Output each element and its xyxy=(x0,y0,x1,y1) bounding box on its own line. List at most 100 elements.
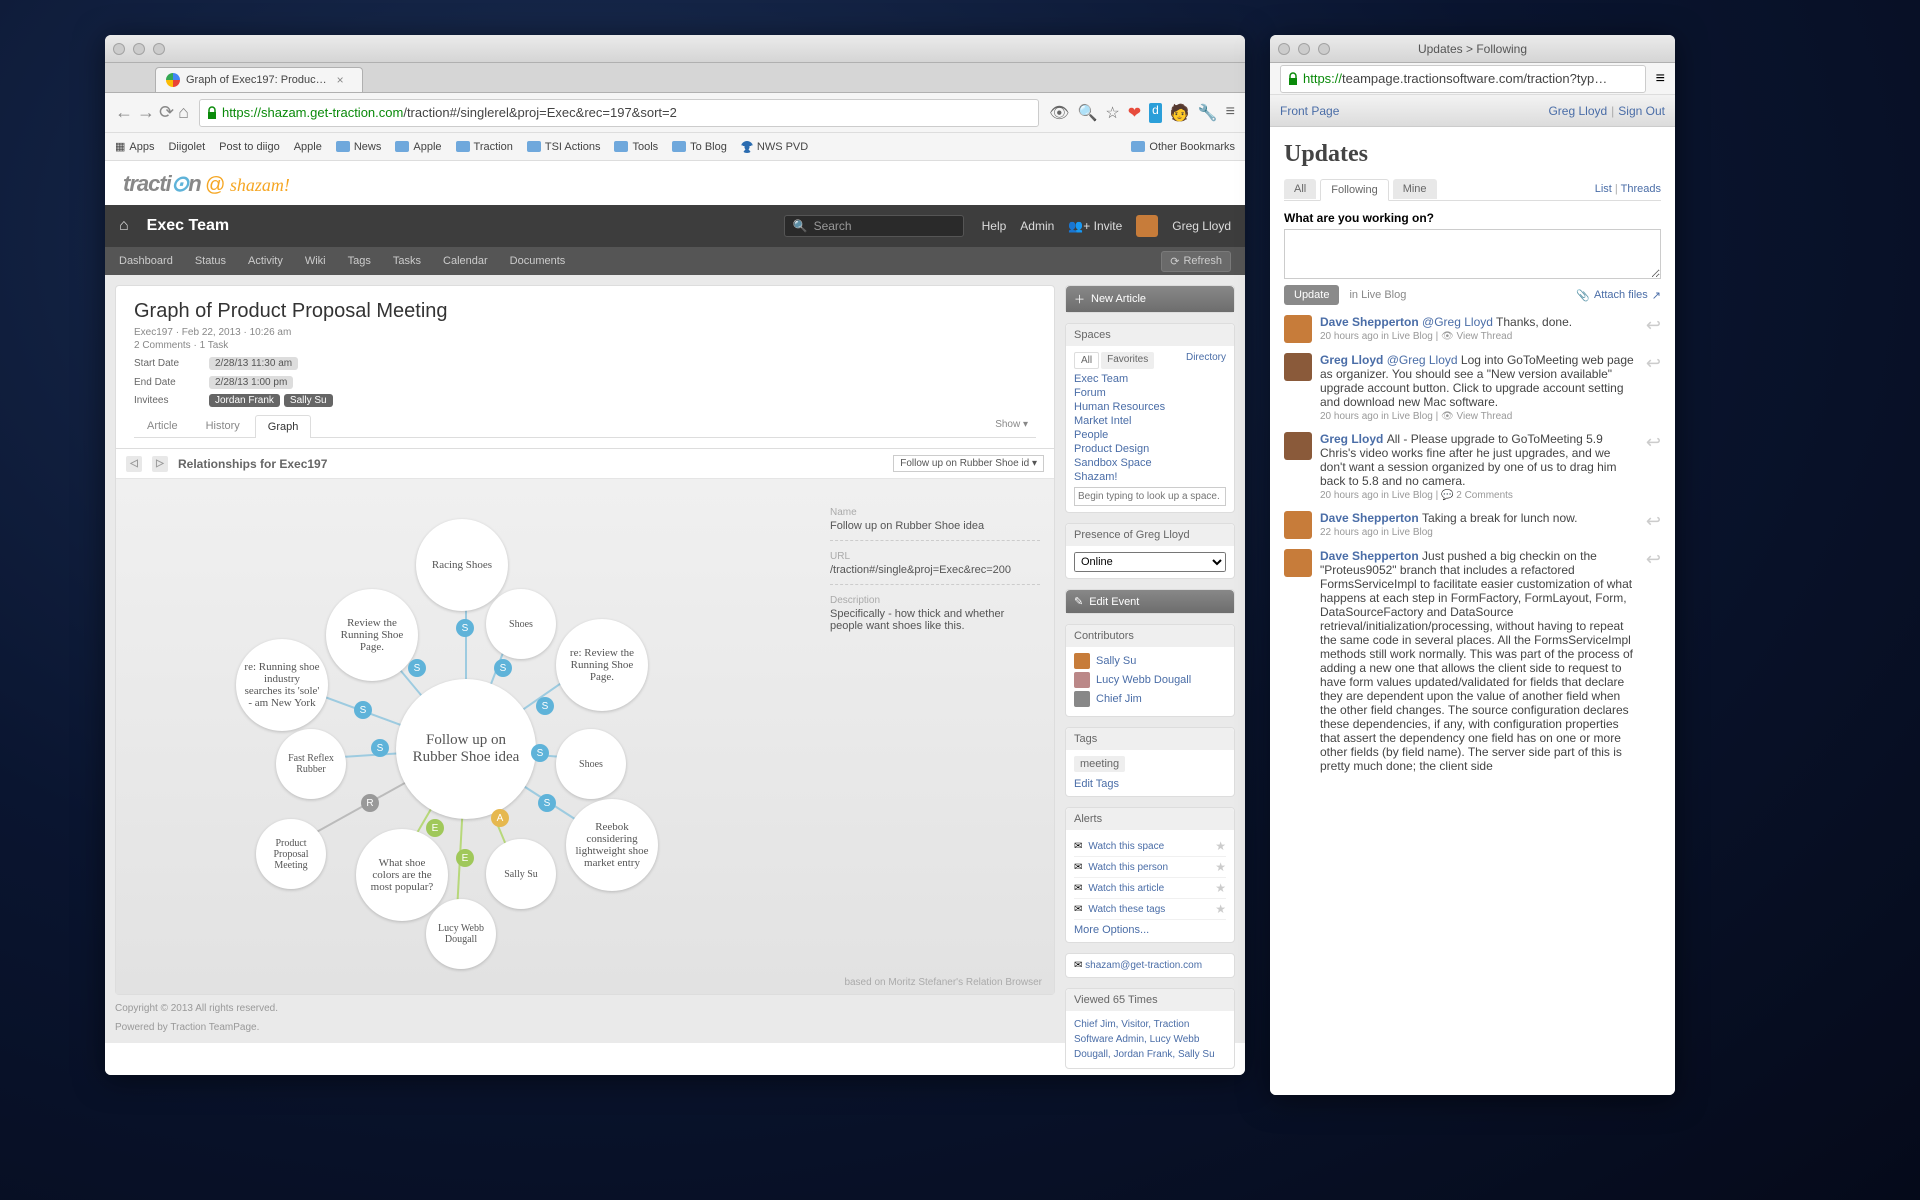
post-author[interactable]: Dave Shepperton xyxy=(1320,315,1422,329)
spaces-tab-all[interactable]: All xyxy=(1074,352,1099,369)
bookmark-item[interactable]: Diigolet xyxy=(168,141,205,153)
post-meta[interactable]: 22 hours ago in Live Blog xyxy=(1320,527,1638,538)
spaces-tab-favorites[interactable]: Favorites xyxy=(1101,352,1154,369)
space-link[interactable]: Forum xyxy=(1074,387,1226,399)
zoom-window-button[interactable] xyxy=(153,43,165,55)
graph-node[interactable]: re: Review the Running Shoe Page. xyxy=(556,619,648,711)
tab-following[interactable]: Following xyxy=(1320,179,1388,201)
bookmark-item[interactable]: ▦ Apps xyxy=(115,140,154,153)
extension-icon[interactable]: d xyxy=(1149,103,1162,123)
avatar[interactable] xyxy=(1284,432,1312,460)
spaces-directory-link[interactable]: Directory xyxy=(1186,352,1226,369)
graph-canvas[interactable]: Follow up on Rubber Shoe idea Racing Sho… xyxy=(116,479,816,994)
invite-link[interactable]: 👥+ Invite xyxy=(1068,219,1122,233)
extension-icon[interactable]: 👁 xyxy=(1049,103,1069,123)
attach-files-link[interactable]: 📎 Attach files ↗ xyxy=(1576,289,1661,302)
bookmark-item[interactable]: Tools xyxy=(614,141,658,153)
graph-node[interactable]: Shoes xyxy=(486,589,556,659)
graph-node[interactable]: Lucy Webb Dougall xyxy=(426,899,496,969)
post-meta[interactable]: 20 hours ago in Live Blog | 👁 View Threa… xyxy=(1320,331,1638,342)
graph-node[interactable]: Racing Shoes xyxy=(416,519,508,611)
search-input[interactable]: 🔍 Search xyxy=(784,215,964,237)
avatar[interactable] xyxy=(1284,315,1312,343)
back-button[interactable]: ← xyxy=(115,102,133,123)
graph-node[interactable]: Reebok considering lightweight shoe mark… xyxy=(566,799,658,891)
bookmark-item[interactable]: Other Bookmarks xyxy=(1131,141,1235,153)
edit-tags-link[interactable]: Edit Tags xyxy=(1074,778,1119,790)
help-link[interactable]: Help xyxy=(982,219,1007,233)
menu-item[interactable]: Activity xyxy=(248,255,283,267)
graph-forward-button[interactable]: ▷ xyxy=(152,456,168,472)
reply-icon[interactable]: ↩ xyxy=(1646,549,1661,773)
space-link[interactable]: Product Design xyxy=(1074,443,1226,455)
extension-icon[interactable]: ❤ xyxy=(1128,103,1141,123)
post-author[interactable]: Dave Shepperton xyxy=(1320,549,1422,563)
user-avatar[interactable] xyxy=(1136,215,1158,237)
home-button[interactable]: ⌂ xyxy=(178,102,189,123)
alert-option[interactable]: ✉ Watch this article★ xyxy=(1074,878,1226,899)
contact-email[interactable]: shazam@get-traction.com xyxy=(1085,960,1202,971)
home-icon[interactable]: ⌂ xyxy=(119,217,129,235)
avatar[interactable] xyxy=(1284,549,1312,577)
reply-icon[interactable]: ↩ xyxy=(1646,315,1661,343)
graph-node-select[interactable]: Follow up on Rubber Shoe id ▾ xyxy=(893,455,1044,472)
menu-item[interactable]: Status xyxy=(195,255,226,267)
space-search-input[interactable] xyxy=(1074,487,1226,506)
alert-option[interactable]: ✉ Watch this person★ xyxy=(1074,857,1226,878)
graph-back-button[interactable]: ◁ xyxy=(126,456,142,472)
tab-history[interactable]: History xyxy=(193,414,253,437)
refresh-button[interactable]: ⟳ Refresh xyxy=(1161,251,1231,272)
mention-link[interactable]: @Greg Lloyd xyxy=(1387,353,1461,367)
contributor[interactable]: Lucy Webb Dougall xyxy=(1074,672,1226,688)
extension-icon[interactable]: 🧑 xyxy=(1170,103,1190,123)
reply-icon[interactable]: ↩ xyxy=(1646,353,1661,422)
avatar[interactable] xyxy=(1284,353,1312,381)
front-page-link[interactable]: Front Page xyxy=(1280,104,1339,118)
more-options-link[interactable]: More Options... xyxy=(1074,924,1149,936)
space-link[interactable]: Shazam! xyxy=(1074,471,1226,483)
mention-link[interactable]: @Greg Lloyd xyxy=(1422,315,1496,329)
tab-mine[interactable]: Mine xyxy=(1393,179,1437,199)
post-author[interactable]: Dave Shepperton xyxy=(1320,511,1422,525)
avatar[interactable] xyxy=(1284,511,1312,539)
tab-graph[interactable]: Graph xyxy=(255,415,312,438)
close-window-button[interactable] xyxy=(113,43,125,55)
browser-tab[interactable]: Graph of Exec197: Produc… × xyxy=(155,67,363,92)
extension-icon[interactable]: 🔧 xyxy=(1198,103,1218,123)
edit-event-panel[interactable]: ✎ Edit Event xyxy=(1065,589,1235,614)
menu-item[interactable]: Dashboard xyxy=(119,255,173,267)
space-link[interactable]: Market Intel xyxy=(1074,415,1226,427)
new-article-panel[interactable]: ＋ New Article xyxy=(1065,285,1235,313)
menu-item[interactable]: Wiki xyxy=(305,255,326,267)
tab-article[interactable]: Article xyxy=(134,414,191,437)
presence-select[interactable]: Online xyxy=(1074,552,1226,572)
graph-node[interactable]: Shoes xyxy=(556,729,626,799)
admin-link[interactable]: Admin xyxy=(1020,219,1054,233)
bookmark-item[interactable]: NWS PVD xyxy=(741,141,808,153)
menu-icon[interactable]: ≡ xyxy=(1226,103,1235,123)
tag-chip[interactable]: meeting xyxy=(1074,756,1125,772)
graph-node[interactable]: Sally Su xyxy=(486,839,556,909)
show-dropdown[interactable]: Show ▾ xyxy=(987,414,1036,437)
forward-button[interactable]: → xyxy=(137,102,155,123)
graph-node[interactable]: What shoe colors are the most popular? xyxy=(356,829,448,921)
graph-node-center[interactable]: Follow up on Rubber Shoe idea xyxy=(396,679,536,819)
contributor[interactable]: Sally Su xyxy=(1074,653,1226,669)
alert-option[interactable]: ✉ Watch this space★ xyxy=(1074,836,1226,857)
compose-textarea[interactable] xyxy=(1284,229,1661,279)
sign-out-link[interactable]: Sign Out xyxy=(1618,104,1665,118)
graph-node[interactable]: Fast Reflex Rubber xyxy=(276,729,346,799)
reply-icon[interactable]: ↩ xyxy=(1646,511,1661,539)
extension-icon[interactable]: ☆ xyxy=(1105,103,1119,123)
bookmark-item[interactable]: Traction xyxy=(456,141,513,153)
url-bar[interactable]: https://shazam.get-traction.com/traction… xyxy=(199,99,1039,127)
user-link[interactable]: Greg Lloyd xyxy=(1548,104,1607,118)
menu-item[interactable]: Tags xyxy=(348,255,371,267)
update-button[interactable]: Update xyxy=(1284,285,1339,305)
list-link[interactable]: List xyxy=(1595,183,1612,195)
alert-option[interactable]: ✉ Watch these tags★ xyxy=(1074,899,1226,920)
menu-icon[interactable]: ≡ xyxy=(1656,70,1665,88)
viewers-list[interactable]: Chief Jim, Visitor, Traction Software Ad… xyxy=(1074,1019,1215,1060)
menu-item[interactable]: Calendar xyxy=(443,255,488,267)
bookmark-item[interactable]: Post to diigo xyxy=(219,141,280,153)
